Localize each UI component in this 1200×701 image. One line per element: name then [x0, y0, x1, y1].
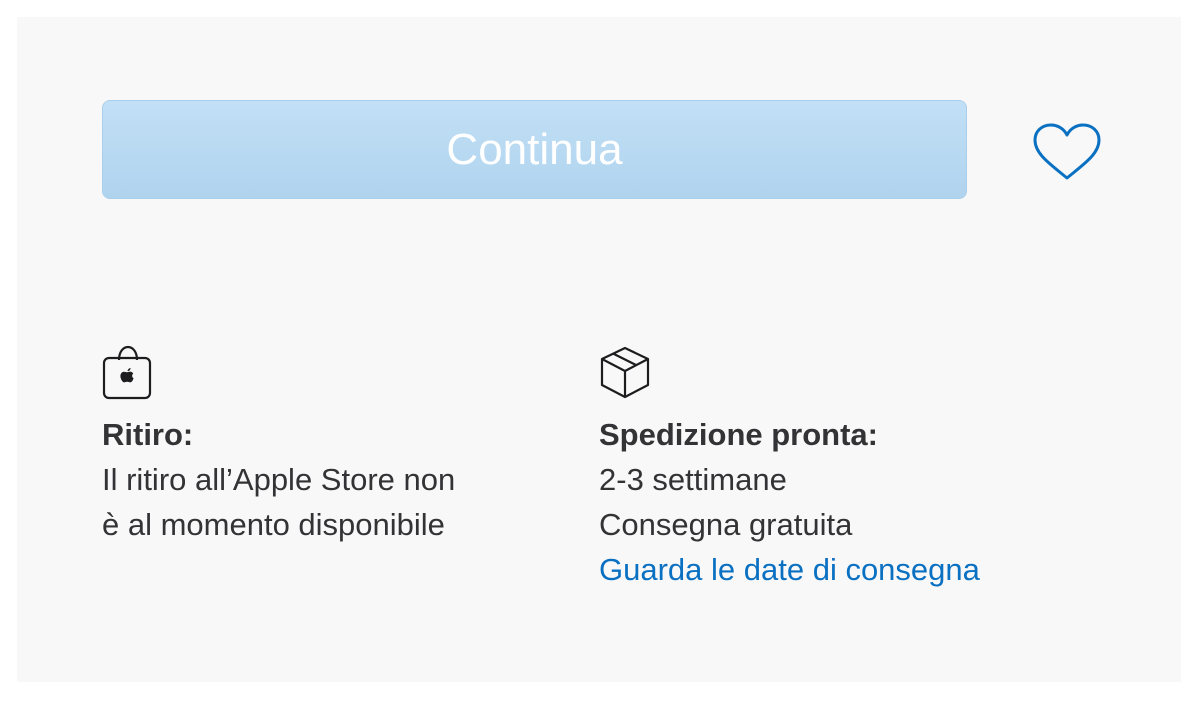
favorite-button[interactable]	[1024, 116, 1110, 188]
pickup-status-line-1: Il ritiro all’Apple Store non	[102, 462, 456, 497]
pickup-status-line-2: è al momento disponibile	[102, 507, 445, 542]
apple-store-bag-icon	[102, 345, 152, 400]
heart-outline-icon	[1033, 123, 1101, 180]
delivery-dates-link[interactable]: Guarda le date di consegna	[599, 547, 1119, 592]
continue-button[interactable]: Continua	[102, 100, 967, 199]
shipping-title: Spedizione pronta:	[599, 417, 878, 452]
shipping-section: Spedizione pronta: 2-3 settimane Consegn…	[599, 344, 1119, 592]
shipping-time: 2-3 settimane	[599, 462, 787, 497]
pickup-title: Ritiro:	[102, 417, 194, 452]
pickup-section: Ritiro: Il ritiro all’Apple Store non è …	[102, 344, 542, 547]
shipping-cost: Consegna gratuita	[599, 507, 853, 542]
package-box-icon	[600, 346, 650, 399]
